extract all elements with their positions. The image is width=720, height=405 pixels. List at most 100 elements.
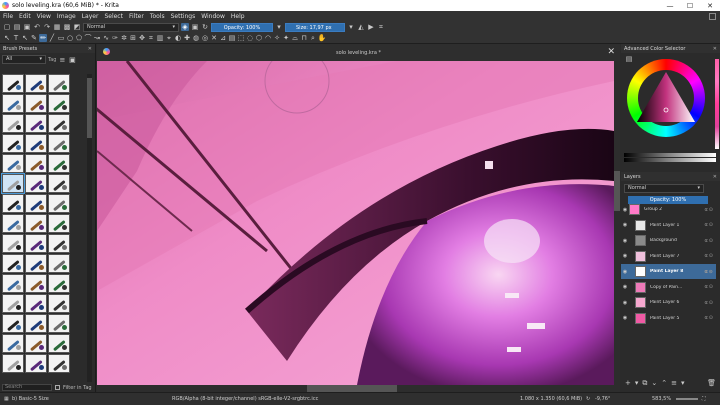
chevron-down-icon[interactable]: ▾ — [635, 379, 639, 387]
brush-preset-icon[interactable]: ◩ — [73, 23, 81, 31]
filter-in-tag-checkbox[interactable] — [55, 385, 60, 390]
close-icon[interactable]: ✕ — [713, 46, 717, 52]
blend-mode-select[interactable]: Normal ▾ — [83, 22, 179, 32]
size-slider[interactable]: Size: 17,97 px — [285, 22, 345, 32]
polyline-tool-icon[interactable]: ⌒ — [84, 34, 92, 42]
menu-filter[interactable]: Filter — [126, 13, 147, 20]
layer-row[interactable]: ◉ Paint Layer 1 α⊙ — [621, 218, 716, 233]
brush-preset-item[interactable] — [25, 274, 47, 293]
brush-preset-item[interactable] — [2, 354, 24, 373]
brush-preset-item[interactable] — [48, 94, 70, 113]
visibility-eye-icon[interactable]: ◉ — [621, 253, 629, 259]
move-down-icon[interactable]: ⌄ — [651, 379, 657, 387]
erase-mode-icon[interactable]: ◈ — [181, 23, 189, 31]
transform-tool-icon[interactable]: ⊞ — [129, 34, 137, 42]
menu-icon[interactable]: ≡ — [58, 56, 66, 64]
pan-tool-icon[interactable]: ✋ — [318, 34, 327, 42]
brush-preset-item[interactable] — [25, 114, 47, 133]
rotate-icon[interactable]: ↻ — [586, 396, 590, 402]
zoom-label[interactable]: 583,5% — [652, 396, 671, 402]
brush-preset-item[interactable] — [25, 334, 47, 353]
move-up-icon[interactable]: ⌃ — [661, 379, 667, 387]
brush-preset-item[interactable] — [25, 294, 47, 313]
close-icon[interactable]: ✕ — [713, 174, 717, 180]
layer-row[interactable]: ◉ Paint Layer 8 α⊙ — [621, 264, 716, 279]
multibrush-tool-icon[interactable]: ✲ — [120, 34, 128, 42]
brush-preset-item[interactable] — [48, 174, 70, 193]
brush-preset-item[interactable] — [2, 294, 24, 313]
layer-flags-icon[interactable]: α⊙ — [705, 315, 715, 321]
reference-tool-icon[interactable]: ▤ — [228, 34, 236, 42]
rectangle-tool-icon[interactable]: ▭ — [57, 34, 65, 42]
document-tab[interactable]: solo leveling.kra * ✕ — [97, 44, 620, 61]
canvas-vertical-scrollbar[interactable] — [614, 61, 620, 385]
close-icon[interactable]: ✕ — [88, 46, 92, 52]
gradient-tool-icon[interactable]: ▥ — [156, 34, 164, 42]
brush-preset-item[interactable] — [48, 274, 70, 293]
layer-row[interactable]: ◉ Background α⊙ — [621, 233, 716, 248]
layer-blend-select[interactable]: Normal ▾ — [624, 184, 704, 193]
layer-row[interactable]: ◉ Copy of Pain... α⊙ — [621, 280, 716, 295]
layer-flags-icon[interactable]: α⊙ — [705, 238, 715, 244]
crop-tool-icon[interactable]: ⌗ — [147, 34, 155, 42]
edit-shapes-tool-icon[interactable]: ↖ — [21, 34, 29, 42]
brush-preset-item[interactable] — [1, 173, 25, 194]
preserve-alpha-icon[interactable]: ▣ — [191, 23, 199, 31]
visibility-eye-icon[interactable]: ◉ — [621, 207, 629, 213]
close-window-button[interactable]: ✕ — [700, 0, 720, 11]
brush-preset-item[interactable] — [2, 274, 24, 293]
calligraphy-tool-icon[interactable]: ✎ — [30, 34, 38, 42]
brush-preset-item[interactable] — [2, 234, 24, 253]
enclose-fill-tool-icon[interactable]: ◎ — [201, 34, 209, 42]
brush-preset-item[interactable] — [2, 74, 24, 93]
workspace-switcher-icon[interactable] — [709, 12, 716, 20]
visibility-eye-icon[interactable]: ◉ — [621, 269, 629, 275]
menu-image[interactable]: Image — [54, 13, 79, 20]
rotation-label[interactable]: -9,76° — [595, 396, 610, 402]
brush-preset-item[interactable] — [48, 314, 70, 333]
brush-preset-item[interactable] — [2, 134, 24, 153]
brush-preset-item[interactable] — [2, 214, 24, 233]
smart-patch-tool-icon[interactable]: ✚ — [183, 34, 191, 42]
brush-preset-item[interactable] — [25, 74, 47, 93]
layer-row[interactable]: ◉ Group 2 α⊙ — [621, 202, 716, 217]
brush-preset-item[interactable] — [48, 134, 70, 153]
freehand-path-tool-icon[interactable]: ∿ — [102, 34, 110, 42]
measure-tool-icon[interactable]: ⊿ — [219, 34, 227, 42]
duplicate-layer-icon[interactable]: ⧉ — [642, 379, 647, 388]
zoom-slider[interactable] — [676, 398, 698, 400]
brush-preset-item[interactable] — [48, 114, 70, 133]
layer-flags-icon[interactable]: α⊙ — [704, 269, 714, 275]
minimize-button[interactable]: — — [660, 0, 680, 11]
mirror-horizontal-icon[interactable]: ◭ — [357, 23, 365, 31]
maximize-button[interactable]: ☐ — [680, 0, 700, 11]
layer-flags-icon[interactable]: α⊙ — [705, 222, 715, 228]
open-document-icon[interactable]: ▤ — [13, 23, 21, 31]
save-icon[interactable]: ▣ — [23, 23, 31, 31]
chevron-down-icon[interactable]: ▾ — [347, 23, 355, 31]
line-tool-icon[interactable]: ╱ — [48, 34, 56, 42]
layer-row[interactable]: ◉ Paint Layer 6 α⊙ — [621, 295, 716, 310]
layer-flags-icon[interactable]: α⊙ — [705, 253, 715, 259]
undo-icon[interactable]: ↶ — [33, 23, 41, 31]
brush-preset-item[interactable] — [2, 194, 24, 213]
layer-menu-icon[interactable]: ≡ — [671, 379, 677, 387]
new-document-icon[interactable]: ▢ — [3, 23, 11, 31]
menu-settings[interactable]: Settings — [168, 13, 199, 20]
brush-preset-item[interactable] — [25, 94, 47, 113]
color-picker-tool-icon[interactable]: ⌖ — [165, 34, 173, 42]
brush-preset-item[interactable] — [48, 154, 70, 173]
reload-preset-icon[interactable]: ↻ — [201, 23, 209, 31]
brush-preset-item[interactable] — [48, 234, 70, 253]
layer-row[interactable]: ◉ Paint Layer 7 α⊙ — [621, 249, 716, 264]
add-layer-icon[interactable]: + — [625, 379, 631, 387]
saturation-slider[interactable] — [624, 158, 716, 162]
menu-layer[interactable]: Layer — [79, 13, 102, 20]
brush-preset-item[interactable] — [25, 194, 47, 213]
ellipse-tool-icon[interactable]: ○ — [66, 34, 74, 42]
visibility-eye-icon[interactable]: ◉ — [621, 315, 629, 321]
select-shapes-tool-icon[interactable]: ↖ — [3, 34, 11, 42]
brush-preset-item[interactable] — [25, 314, 47, 333]
brush-preset-item[interactable] — [2, 114, 24, 133]
visibility-eye-icon[interactable]: ◉ — [621, 222, 629, 228]
